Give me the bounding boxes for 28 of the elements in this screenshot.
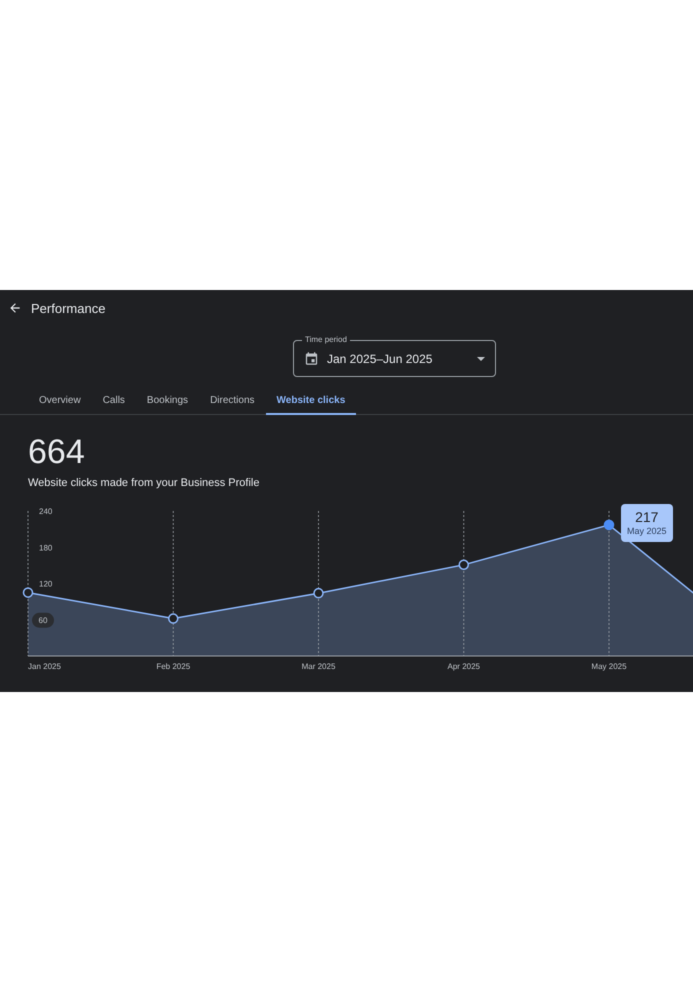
summary-caption: Website clicks made from your Business Profile	[27, 476, 260, 489]
y-tick-label: 240	[39, 507, 52, 516]
data-point	[604, 520, 614, 530]
x-axis-label: Jan 2025	[28, 662, 61, 671]
page-title: Performance	[31, 300, 106, 316]
data-point	[458, 560, 469, 570]
tab[interactable]: Directions	[199, 395, 266, 415]
x-axis-label: Mar 2025	[302, 662, 336, 671]
calendar-icon	[304, 351, 319, 366]
x-axis-label: Feb 2025	[156, 662, 190, 671]
x-axis-label: May 2025	[591, 662, 627, 671]
data-point	[22, 587, 34, 598]
tab[interactable]: Website clicks	[266, 395, 356, 415]
tooltip-value: 217	[635, 508, 658, 525]
tab[interactable]: Overview	[28, 395, 92, 415]
tab[interactable]: Bookings	[136, 395, 200, 415]
y-tick-label: 60	[38, 616, 48, 625]
total-count: 664	[27, 432, 86, 471]
back-arrow-icon[interactable]	[8, 301, 22, 315]
data-point	[168, 613, 178, 624]
dropdown-caret-icon	[477, 356, 485, 360]
field-label: Time period	[302, 335, 350, 345]
y-tick-label: 180	[39, 543, 52, 552]
y-tick-label: 120	[39, 580, 52, 588]
tab[interactable]: Calls	[92, 395, 136, 415]
tooltip-label: May 2025	[627, 524, 667, 537]
data-point	[313, 588, 324, 598]
x-axis-label: Apr 2025	[448, 662, 480, 671]
